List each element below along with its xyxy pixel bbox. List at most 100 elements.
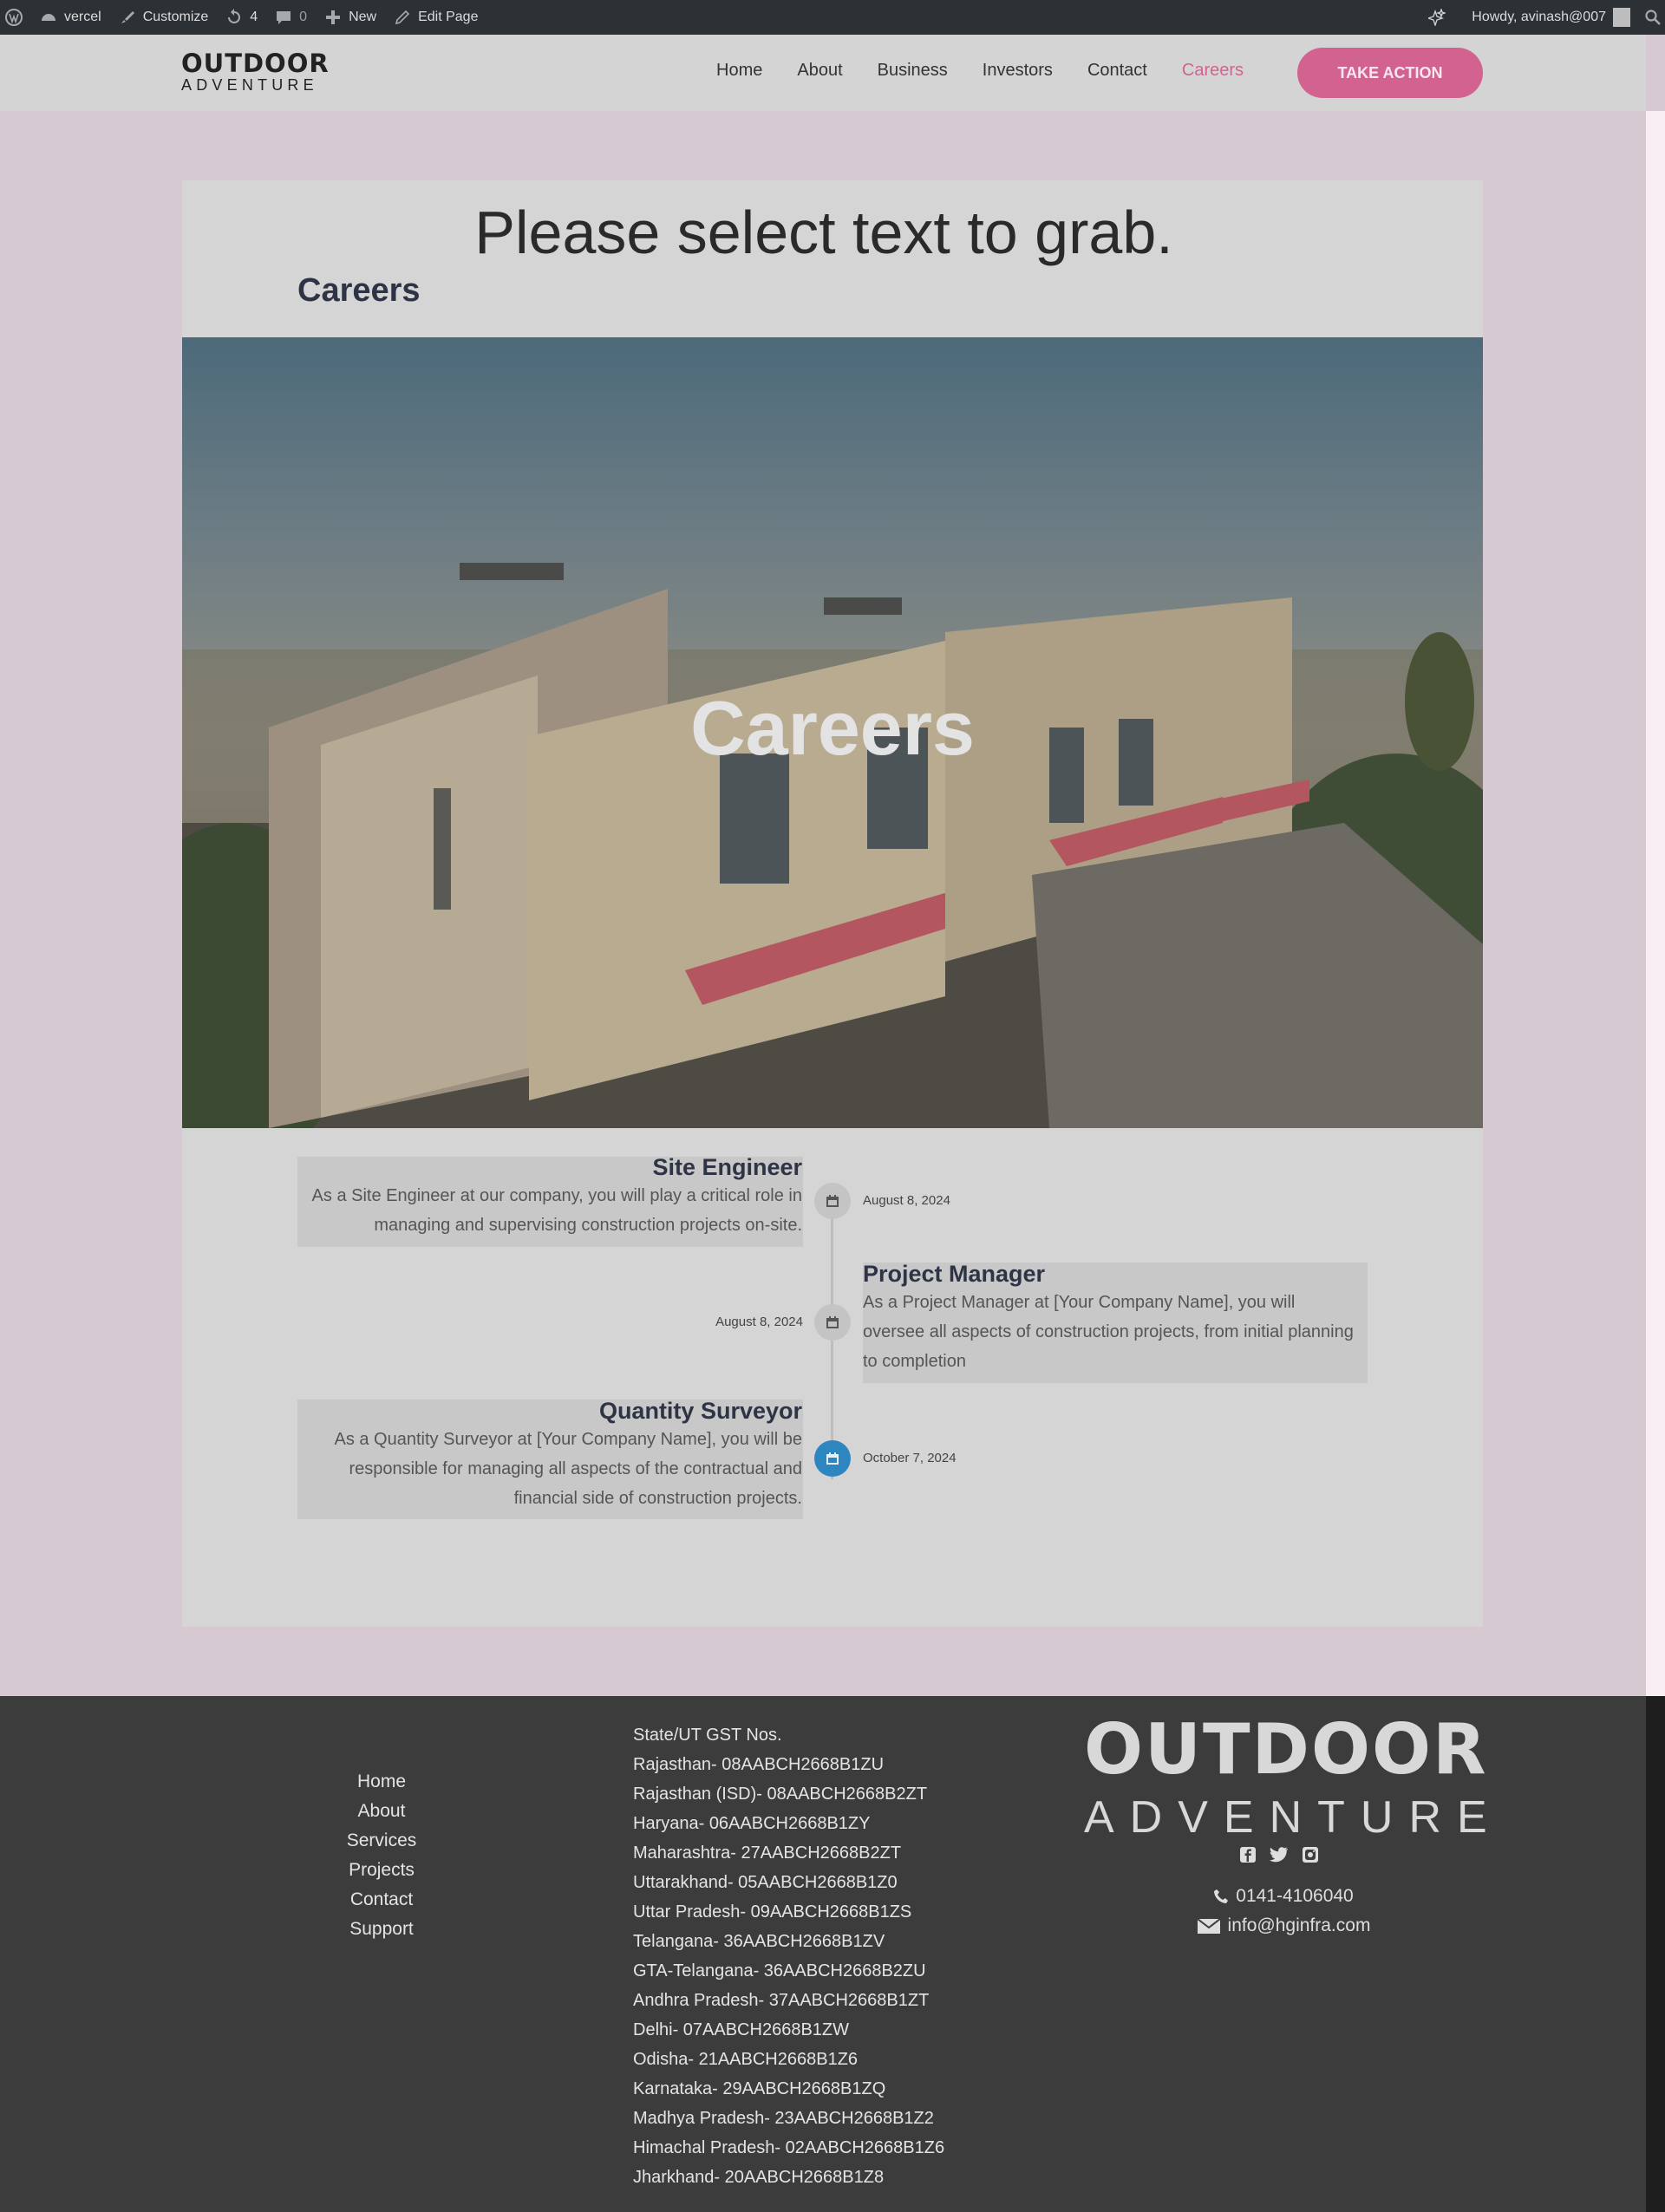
timeline-dot [814, 1183, 851, 1219]
timeline-dot [814, 1304, 851, 1341]
gst-item: Telangana- 36AABCH2668B1ZV [633, 1932, 885, 1951]
gst-item: Maharashtra- 27AABCH2668B2ZT [633, 1843, 902, 1863]
instagram-icon[interactable] [1301, 1845, 1320, 1864]
gst-item: Uttarakhand- 05AABCH2668B1Z0 [633, 1873, 898, 1892]
main-nav: Home About Business Investors Contact Ca… [716, 61, 1278, 81]
phone-number: 0141-4106040 [1236, 1886, 1354, 1906]
gst-list: State/UT GST Nos. Rajasthan- 08AABCH2668… [633, 1720, 944, 2192]
gst-item: Andhra Pradesh- 37AABCH2668B1ZT [633, 1991, 930, 2010]
howdy-label[interactable]: Howdy, avinash@007 [1472, 10, 1606, 25]
comments-count: 0 [299, 10, 308, 24]
nav-contact[interactable]: Contact [1087, 61, 1147, 81]
timeline-description: As a Project Manager at [Your Company Na… [863, 1293, 1354, 1371]
take-action-button[interactable]: TAKE ACTION [1297, 48, 1483, 98]
timeline-description: As a Site Engineer at our company, you w… [311, 1186, 802, 1235]
calendar-icon [826, 1452, 839, 1465]
logo-top-text: OUTDOOR [181, 49, 330, 78]
timeline-title: Quantity Surveyor [598, 1398, 802, 1424]
footer-contact: 0141-4106040 info@hginfra.com [1188, 1882, 1379, 1941]
nav-business[interactable]: Business [878, 61, 948, 81]
nav-investors[interactable]: Investors [983, 61, 1053, 81]
facebook-icon[interactable] [1238, 1845, 1257, 1864]
gst-item: GTA-Telangana- 36AABCH2668B2ZU [633, 1961, 926, 1980]
paintbrush-icon [119, 9, 136, 26]
refresh-icon [225, 9, 243, 26]
footer-edge [1646, 1696, 1665, 2212]
hero-banner: Careers [182, 337, 1483, 1128]
logo-bottom-text: ADVENTURE [181, 76, 318, 94]
nav-careers[interactable]: Careers [1182, 61, 1244, 81]
timeline-date: August 8, 2024 [863, 1193, 950, 1208]
site-name-label: vercel [64, 10, 101, 24]
hero-title: Careers [690, 685, 975, 771]
timeline-dot [814, 1440, 851, 1477]
ai-sparkle-icon[interactable] [1428, 9, 1446, 26]
comments-link[interactable]: 0 [275, 0, 307, 35]
new-label: New [349, 10, 377, 24]
timeline-card-quantity-surveyor[interactable]: Quantity Surveyor As a Quantity Surveyor… [297, 1398, 803, 1519]
dashboard-icon [40, 9, 57, 26]
user-avatar[interactable] [1613, 8, 1630, 27]
updates-count: 4 [250, 10, 258, 24]
timeline-date: August 8, 2024 [715, 1315, 803, 1329]
gst-item: Jharkhand- 20AABCH2668B1Z8 [633, 2168, 885, 2187]
timeline-date: October 7, 2024 [863, 1451, 957, 1465]
footer-link-projects[interactable]: Projects [260, 1856, 503, 1885]
footer-link-contact[interactable]: Contact [260, 1885, 503, 1915]
site-logo[interactable]: OUTDOOR ADVENTURE [181, 50, 330, 94]
pencil-icon [394, 9, 411, 26]
comment-icon [275, 9, 292, 26]
gst-item: Karnataka- 29AABCH2668B1ZQ [633, 2079, 886, 2098]
site-name-link[interactable]: vercel [40, 0, 101, 35]
footer-link-support[interactable]: Support [260, 1915, 503, 1944]
customize-label: Customize [142, 10, 209, 24]
plus-icon [324, 9, 342, 26]
page-title: Careers [297, 272, 421, 309]
mail-icon [1196, 1918, 1221, 1934]
footer-link-about[interactable]: About [260, 1797, 503, 1826]
gst-item: Odisha- 21AABCH2668B1Z6 [633, 2050, 859, 2069]
footer-logo: OUTDOOR ADVENTURE [1084, 1709, 1503, 1843]
gst-item: Rajasthan- 08AABCH2668B1ZU [633, 1755, 885, 1774]
updates-link[interactable]: 4 [225, 0, 258, 35]
timeline-card-project-manager[interactable]: Project Manager As a Project Manager at … [863, 1261, 1368, 1383]
gst-item: Madhya Pradesh- 23AABCH2668B1Z2 [633, 2109, 934, 2128]
nav-home[interactable]: Home [716, 61, 762, 81]
email-row[interactable]: info@hginfra.com [1188, 1911, 1379, 1941]
timeline-title: Site Engineer [652, 1154, 802, 1180]
nav-about[interactable]: About [797, 61, 842, 81]
email-address: info@hginfra.com [1227, 1915, 1371, 1935]
site-header: OUTDOOR ADVENTURE Home About Business In… [0, 35, 1646, 111]
wordpress-logo-button[interactable] [5, 0, 23, 35]
gst-item: Uttar Pradesh- 09AABCH2668B1ZS [633, 1902, 912, 1922]
twitter-icon[interactable] [1270, 1845, 1289, 1864]
footer-link-services[interactable]: Services [260, 1826, 503, 1856]
footer-logo-bottom: ADVENTURE [1084, 1792, 1503, 1843]
edit-page-link[interactable]: Edit Page [394, 0, 478, 35]
edit-page-label: Edit Page [418, 10, 479, 24]
gst-item: Delhi- 07AABCH2668B1ZW [633, 2020, 849, 2039]
new-content-link[interactable]: New [324, 0, 376, 35]
site-footer: Home About Services Projects Contact Sup… [0, 1696, 1646, 2212]
social-links [1238, 1845, 1320, 1864]
timeline-description: As a Quantity Surveyor at [Your Company … [334, 1430, 802, 1508]
phone-icon [1214, 1889, 1229, 1903]
customize-link[interactable]: Customize [119, 0, 209, 35]
footer-logo-top: OUTDOOR [1084, 1709, 1488, 1790]
timeline-title: Project Manager [863, 1261, 1046, 1287]
wordpress-icon [5, 9, 23, 26]
gst-item: Haryana- 06AABCH2668B1ZY [633, 1814, 871, 1833]
search-icon[interactable] [1644, 9, 1662, 26]
calendar-icon [826, 1195, 839, 1207]
scroll-edge [1646, 111, 1665, 1698]
footer-link-home[interactable]: Home [260, 1767, 503, 1797]
footer-links: Home About Services Projects Contact Sup… [260, 1767, 503, 1944]
phone-row[interactable]: 0141-4106040 [1188, 1882, 1379, 1911]
gst-item: Rajasthan (ISD)- 08AABCH2668B2ZT [633, 1785, 928, 1804]
admin-bar: vercel Customize 4 0 New Edit Page Howdy… [0, 0, 1665, 35]
calendar-icon [826, 1316, 839, 1328]
grab-prompt: Please select text to grab. [474, 199, 1173, 266]
gst-item: Himachal Pradesh- 02AABCH2668B1Z6 [633, 2138, 945, 2157]
gst-heading: State/UT GST Nos. [633, 1726, 782, 1745]
timeline-card-site-engineer[interactable]: Site Engineer As a Site Engineer at our … [297, 1154, 803, 1247]
